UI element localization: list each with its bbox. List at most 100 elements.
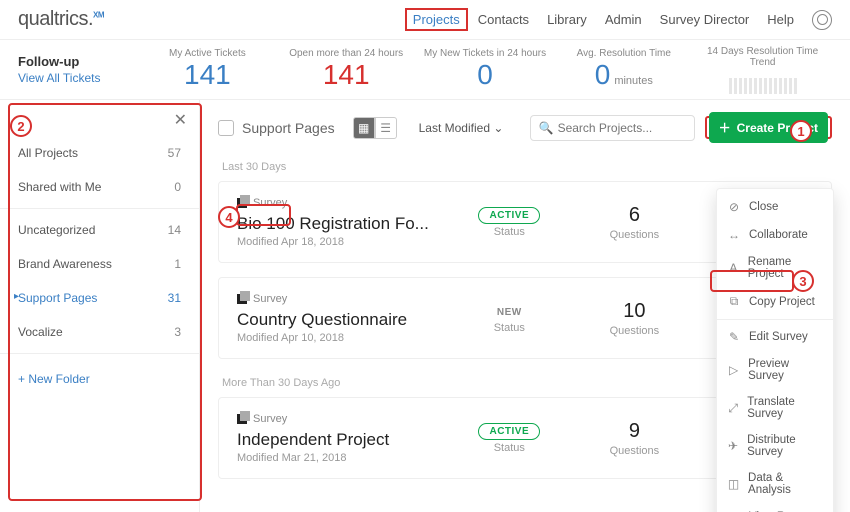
status-metric: ACTIVE Status: [456, 422, 563, 454]
sidebar-item-brand-awareness[interactable]: Brand Awareness 1: [0, 247, 199, 281]
project-type-label: Survey: [253, 293, 287, 305]
menu-label: Data & Analysis: [748, 472, 823, 496]
menu-data[interactable]: ◫Data & Analysis: [717, 465, 833, 503]
brand-super: XM: [93, 10, 104, 19]
metric-value: 10: [581, 300, 688, 323]
sidebar-item-label: Uncategorized: [18, 223, 95, 237]
stat-open-24h: Open more than 24 hours 141: [277, 48, 416, 91]
close-icon[interactable]: ✕: [174, 110, 187, 130]
stats-bar: Follow-up View All Tickets My Active Tic…: [0, 40, 850, 100]
project-modified: Modified Apr 10, 2018: [237, 332, 438, 344]
menu-label: Preview Survey: [748, 358, 823, 382]
menu-translate[interactable]: ⤢Translate Survey: [717, 389, 833, 427]
sidebar-item-vocalize[interactable]: Vocalize 3: [0, 315, 199, 349]
play-icon: ▷: [727, 363, 740, 377]
brand-text: qualtrics.: [18, 8, 93, 30]
sidebar-item-support-pages[interactable]: ▸Support Pages31: [0, 281, 199, 315]
sidebar-item-count: 31: [168, 291, 181, 305]
search-input[interactable]: 🔍: [530, 115, 695, 141]
divider: [0, 353, 199, 354]
nav-library[interactable]: Library: [547, 12, 587, 27]
sidebar-item-label: All Projects: [18, 146, 78, 160]
stat-avg-resolution: Avg. Resolution Time 0minutes: [554, 48, 693, 91]
stat-label: 14 Days Resolution Time Trend: [693, 46, 832, 68]
brand-logo: qualtrics.XM: [18, 8, 104, 31]
sidebar-item-uncategorized[interactable]: Uncategorized 14: [0, 213, 199, 247]
select-all-checkbox[interactable]: [218, 120, 234, 136]
nav-contacts[interactable]: Contacts: [478, 12, 529, 27]
menu-reports[interactable]: ▮▮View Reports: [717, 503, 833, 512]
sidebar-item-count: 3: [174, 325, 181, 339]
followup-title: Follow-up: [18, 54, 138, 69]
metric-label: Questions: [581, 229, 688, 241]
annotation-number: 4: [218, 206, 240, 228]
top-nav-links: Projects Contacts Library Admin Survey D…: [413, 10, 832, 30]
menu-rename[interactable]: ARename Project: [717, 249, 833, 287]
project-modified: Modified Mar 21, 2018: [237, 452, 438, 464]
project-title: Bio 100 Registration Fo...: [237, 214, 438, 234]
nav-help[interactable]: Help: [767, 12, 794, 27]
send-icon: ✈: [727, 439, 739, 453]
menu-copy[interactable]: ⧉Copy Project: [717, 287, 833, 316]
sidebar-item-all-projects[interactable]: All Projects57: [0, 136, 199, 170]
nav-projects[interactable]: Projects: [405, 8, 468, 31]
nav-survey-director[interactable]: Survey Director: [660, 12, 750, 27]
metric-value: 6: [581, 204, 688, 227]
grid-view-icon[interactable]: ▦: [353, 117, 375, 139]
menu-label: Edit Survey: [749, 331, 808, 343]
project-modified: Modified Apr 18, 2018: [237, 236, 438, 248]
sort-dropdown[interactable]: Last Modified ⌄: [419, 121, 504, 135]
stat-new-24h: My New Tickets in 24 hours 0: [416, 48, 555, 91]
text-icon: A: [727, 261, 740, 275]
status-badge: ACTIVE: [478, 207, 540, 224]
stat-label: My New Tickets in 24 hours: [416, 48, 555, 59]
plus-icon: ＋: [719, 119, 731, 136]
new-folder-button[interactable]: + New Folder: [0, 358, 199, 400]
menu-close[interactable]: ⊘Close: [717, 193, 833, 221]
divider: [0, 208, 199, 209]
search-field[interactable]: [558, 121, 678, 135]
project-type: Survey: [237, 197, 287, 209]
sidebar-item-count: 1: [174, 257, 181, 271]
project-title: Independent Project: [237, 430, 438, 450]
followup-link[interactable]: View All Tickets: [18, 71, 138, 85]
sort-label: Last Modified: [419, 121, 490, 135]
survey-icon: [237, 414, 247, 424]
stat-value: 0: [416, 59, 555, 91]
menu-edit[interactable]: ✎ Edit Survey: [717, 323, 833, 351]
menu-preview[interactable]: ▷ Preview Survey: [717, 351, 833, 389]
toolbar: Support Pages ▦ ☰ Last Modified ⌄ 🔍 ＋Cre…: [218, 112, 832, 143]
metric-label: Questions: [581, 325, 688, 337]
menu-collaborate[interactable]: ↔Collaborate: [717, 221, 833, 249]
view-toggle: ▦ ☰: [353, 117, 397, 139]
list-view-icon[interactable]: ☰: [375, 117, 397, 139]
stat-value: 0: [595, 59, 611, 90]
menu-distribute[interactable]: ✈Distribute Survey: [717, 427, 833, 465]
sidebar-item-label: Vocalize: [18, 325, 63, 339]
divider: [717, 319, 833, 320]
sidebar-item-label: Brand Awareness: [18, 257, 112, 271]
menu-label: Collaborate: [749, 229, 808, 241]
sidebar-item-label: Support Pages: [18, 291, 97, 305]
status-badge: ACTIVE: [478, 423, 540, 440]
user-avatar-icon[interactable]: [812, 10, 832, 30]
survey-icon: [237, 198, 247, 208]
stat-label: Avg. Resolution Time: [554, 48, 693, 59]
nav-admin[interactable]: Admin: [605, 12, 642, 27]
stat-value: 141: [277, 59, 416, 91]
folders-sidebar: ✕ All Projects57 Shared with Me0 Uncateg…: [0, 100, 200, 512]
content-area: Support Pages ▦ ☰ Last Modified ⌄ 🔍 ＋Cre…: [200, 100, 850, 512]
metric-label: Status: [456, 226, 563, 238]
sidebar-item-count: 14: [168, 223, 181, 237]
project-type-label: Survey: [253, 197, 287, 209]
pencil-icon: ✎: [727, 330, 741, 344]
metric-label: Questions: [581, 445, 688, 457]
status-metric: NEW Status: [456, 303, 563, 334]
sidebar-item-shared[interactable]: Shared with Me0: [0, 170, 199, 204]
close-icon: ⊘: [727, 200, 741, 214]
annotation-number: 1: [790, 120, 812, 142]
chevron-down-icon: ⌄: [493, 121, 503, 135]
annotation-number: 2: [10, 115, 32, 137]
search-icon: 🔍: [539, 121, 554, 135]
menu-label: Copy Project: [749, 296, 815, 308]
